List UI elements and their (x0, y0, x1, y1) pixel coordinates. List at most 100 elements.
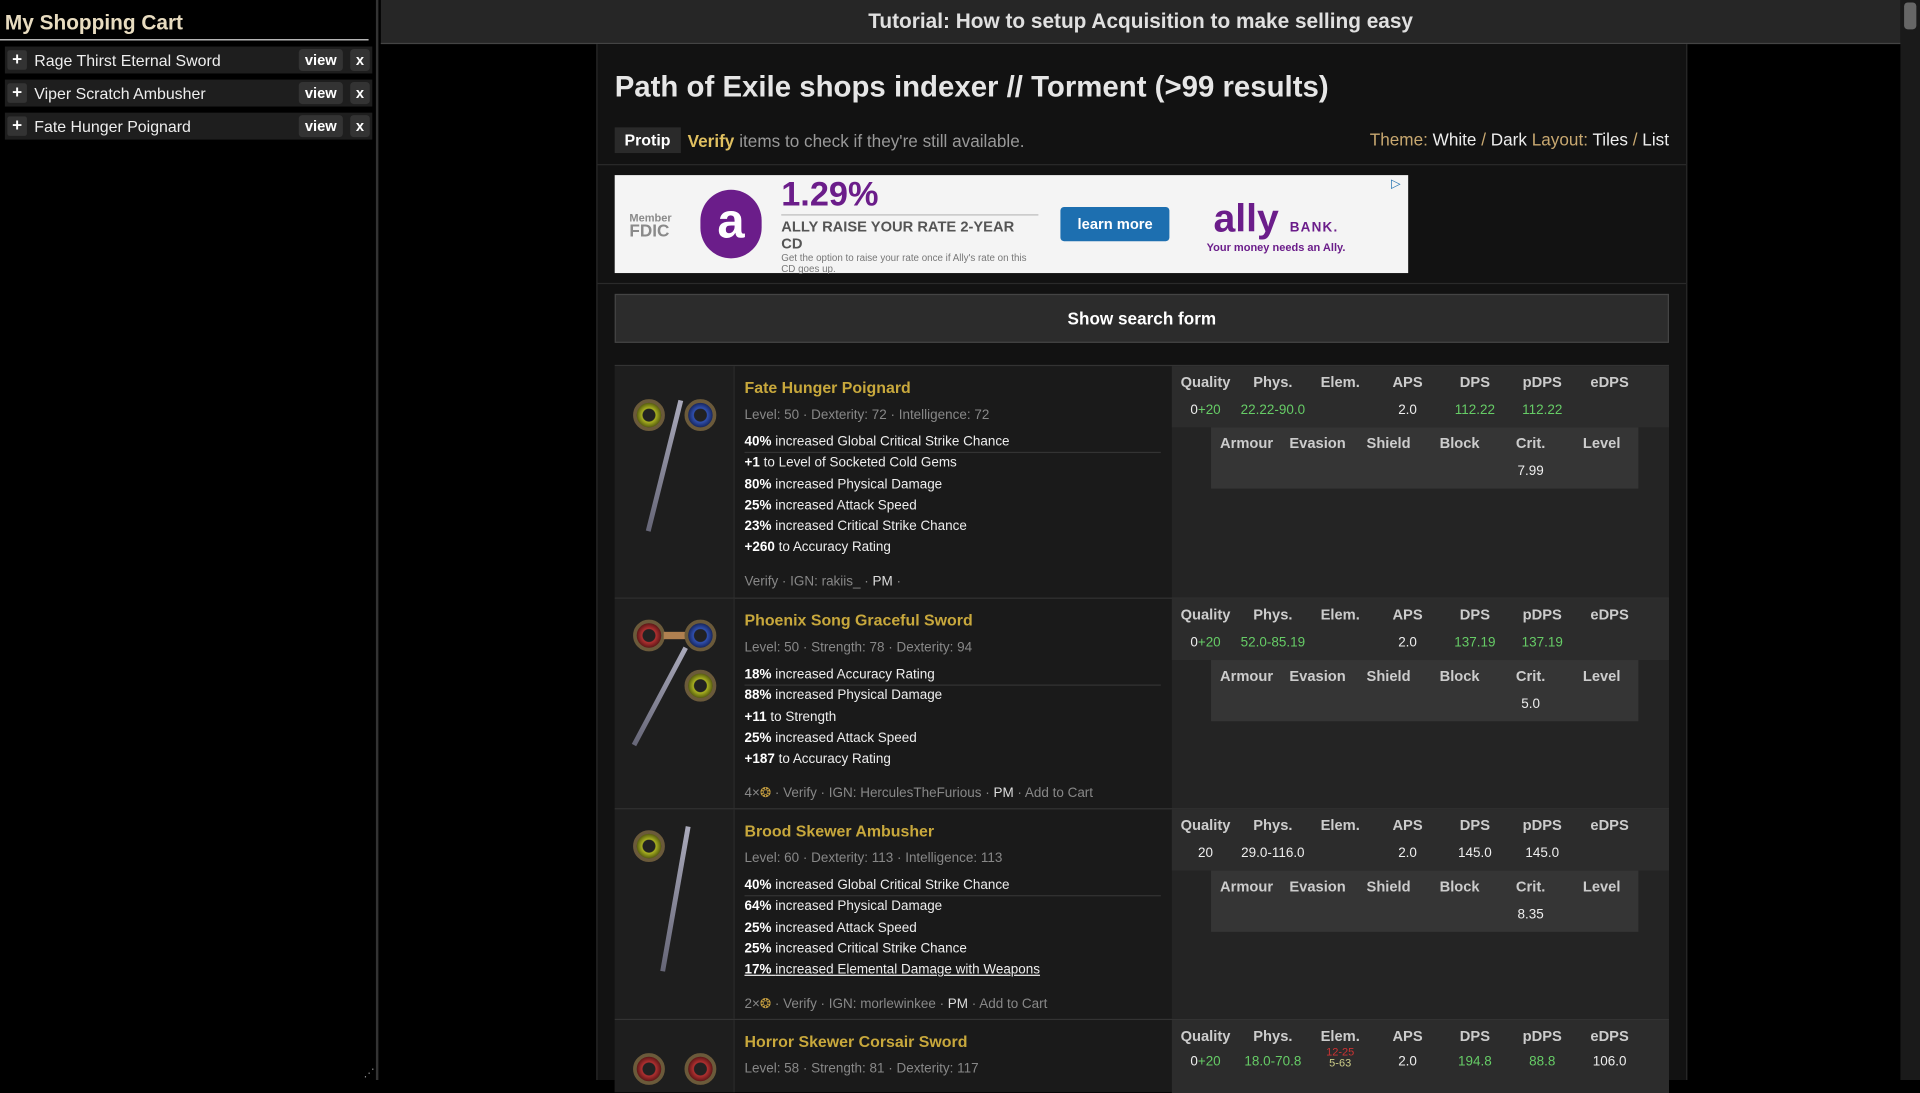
page-title: Path of Exile shops indexer // Torment (… (614, 71, 1329, 105)
ad-tagline: Your money needs an Ally. (1206, 240, 1346, 253)
show-search-form-button[interactable]: Show search form (614, 293, 1669, 343)
item-info: Phoenix Song Graceful Sword Level: 50 · … (744, 599, 1161, 771)
shopping-cart-sidebar: My Shopping Cart + Rage Thirst Eternal S… (0, 0, 379, 1081)
verify-ign[interactable]: · Verify · IGN: HerculesTheFurious · (775, 786, 990, 801)
stat-crit: 7.99 (1517, 464, 1544, 479)
item-image (614, 1020, 735, 1093)
expand-icon[interactable]: + (7, 83, 27, 103)
stat-phys: 22.22-90.0 (1240, 402, 1306, 418)
stat-pdps: 112.22 (1522, 402, 1563, 418)
ad-brand-bank: BANK. (1289, 219, 1339, 235)
defense-stats: Armour Evasion Shield Block Crit. Level … (1211, 870, 1639, 932)
item-name[interactable]: Fate Hunger Poignard (744, 378, 1160, 396)
add-to-cart-link[interactable]: · Add to Cart (972, 997, 1048, 1012)
theme-white-link[interactable]: White (1433, 130, 1477, 150)
stat-phys: 29.0-116.0 (1241, 846, 1305, 861)
cart-item: + Rage Thirst Eternal Sword view x (4, 46, 373, 74)
ad-rate: 1.29% ALLY RAISE YOUR RATE 2-YEAR CD Get… (781, 174, 1039, 274)
protip-text: items to check if they're still availabl… (739, 130, 1025, 151)
main-area: Tutorial: How to setup Acquisition to ma… (380, 0, 1901, 1093)
stat-pdps: 137.19 (1521, 635, 1563, 651)
item-stats: Quality Phys. Elem. APS DPS pDPS eDPS 0+… (1171, 366, 1669, 598)
stat-dps: 145.0 (1458, 846, 1492, 861)
socket-red-icon (633, 1053, 665, 1085)
sword-icon (631, 646, 688, 747)
pm-link[interactable]: PM (993, 786, 1013, 801)
cart-item-name: Fate Hunger Poignard (34, 116, 191, 136)
ad-banner[interactable]: Member FDIC a 1.29% ALLY RAISE YOUR RATE… (614, 174, 1409, 274)
item-mod: 25% increased Critical Strike Chance (744, 941, 967, 957)
divider (597, 164, 1687, 166)
theme-dark-link[interactable]: Dark (1491, 130, 1527, 150)
item-requirements: Level: 50 · Dexterity: 72 · Intelligence… (744, 407, 990, 423)
stat-quality: 0+20 (1190, 402, 1221, 418)
verify-ign[interactable]: · Verify · IGN: morlewinkee · (775, 997, 944, 1012)
cart-remove-button[interactable]: x (350, 48, 370, 72)
stat-crit: 8.35 (1517, 907, 1544, 923)
theme-layout-switcher: Theme: White / Dark Layout: Tiles / List (1370, 130, 1669, 150)
protip: Protip Verify items to check if they're … (614, 127, 1025, 154)
pm-link[interactable]: PM (872, 574, 892, 589)
scrollbar-thumb[interactable] (1904, 2, 1917, 30)
stat-edps: 106.0 (1592, 1054, 1627, 1069)
item-mod: 64% increased Physical Damage (744, 899, 943, 914)
result-item: Brood Skewer Ambusher Level: 60 · Dexter… (614, 808, 1669, 1019)
cart-item-name: Viper Scratch Ambusher (34, 83, 206, 103)
stat-phys: 52.0-85.19 (1240, 635, 1306, 651)
expand-icon[interactable]: + (7, 116, 27, 136)
item-name[interactable]: Horror Skewer Corsair Sword (744, 1032, 1160, 1050)
item-requirements: Level: 50 · Strength: 78 · Dexterity: 94 (744, 640, 973, 656)
stat-aps: 2.0 (1398, 1054, 1417, 1069)
tutorial-banner[interactable]: Tutorial: How to setup Acquisition to ma… (380, 0, 1901, 45)
item-mods: 18% increased Accuracy Rating 88% increa… (744, 665, 1161, 771)
cart-remove-button[interactable]: x (350, 115, 370, 138)
item-mod: 80% increased Physical Damage (744, 477, 943, 492)
stat-quality: 0+20 (1190, 1054, 1221, 1069)
expand-icon[interactable]: + (7, 50, 27, 70)
stat-dps: 194.8 (1458, 1054, 1492, 1069)
protip-verify: Verify (687, 130, 735, 151)
cart-item: + Fate Hunger Poignard view x (4, 112, 373, 140)
layout-list-link[interactable]: List (1642, 130, 1669, 150)
resize-grip-icon[interactable]: ⋰ (364, 1067, 375, 1078)
item-requirements: Level: 60 · Dexterity: 113 · Intelligenc… (744, 851, 1003, 866)
stat-dps: 137.19 (1454, 635, 1496, 651)
cart-view-button[interactable]: view (298, 48, 343, 72)
item-name[interactable]: Brood Skewer Ambusher (744, 822, 1160, 840)
ad-learn-more-button[interactable]: learn more (1060, 206, 1170, 242)
stat-dps: 112.22 (1454, 402, 1495, 418)
add-to-cart-link[interactable]: · Add to Cart (1017, 786, 1093, 801)
ad-rate-value: 1.29% (781, 174, 879, 213)
stat-phys: 18.0-70.8 (1244, 1054, 1302, 1069)
stat-aps: 2.0 (1398, 402, 1417, 418)
ad-fdic: Member FDIC (629, 211, 672, 241)
cart-view-button[interactable]: view (298, 82, 343, 105)
currency-icon: ❂ (759, 996, 772, 1012)
stat-quality: 20 (1198, 846, 1214, 861)
cart-view-button[interactable]: view (298, 115, 343, 138)
item-mod: +11 to Strength (744, 709, 837, 725)
cart-remove-button[interactable]: x (350, 82, 370, 105)
stat-edps (1576, 403, 1643, 418)
cart-item: + Viper Scratch Ambusher view x (4, 79, 373, 107)
ally-logo-icon: a (700, 189, 762, 259)
item-footer: Verify · IGN: rakiis_ · PM · (744, 574, 901, 589)
protip-badge: Protip (614, 127, 681, 154)
socket-green-icon (633, 830, 665, 863)
item-info: Horror Skewer Corsair Sword Level: 58 · … (744, 1020, 1160, 1076)
adchoices-icon[interactable]: ▷ (1391, 178, 1406, 193)
item-mods: 40% increased Global Critical Strike Cha… (744, 432, 1161, 559)
item-mod: +260 to Accuracy Rating (744, 540, 891, 556)
layout-tiles-link[interactable]: Tiles (1592, 130, 1628, 150)
socket-blue-icon (684, 399, 717, 432)
item-info: Fate Hunger Poignard Level: 50 · Dexteri… (744, 366, 1161, 559)
stat-elem (1307, 846, 1374, 861)
pm-link[interactable]: PM (948, 997, 968, 1012)
item-mod: +1 to Level of Socketed Cold Gems (744, 455, 957, 471)
item-name[interactable]: Phoenix Song Graceful Sword (744, 611, 1160, 629)
item-stats: Quality Phys. Elem. APS DPS pDPS eDPS 20… (1171, 809, 1669, 1019)
verify-ign[interactable]: Verify · IGN: rakiis_ · (744, 574, 868, 589)
scrollbar[interactable] (1900, 0, 1920, 1081)
item-mod: 18% increased Accuracy Rating (744, 665, 1161, 687)
stat-pdps: 88.8 (1529, 1054, 1556, 1069)
